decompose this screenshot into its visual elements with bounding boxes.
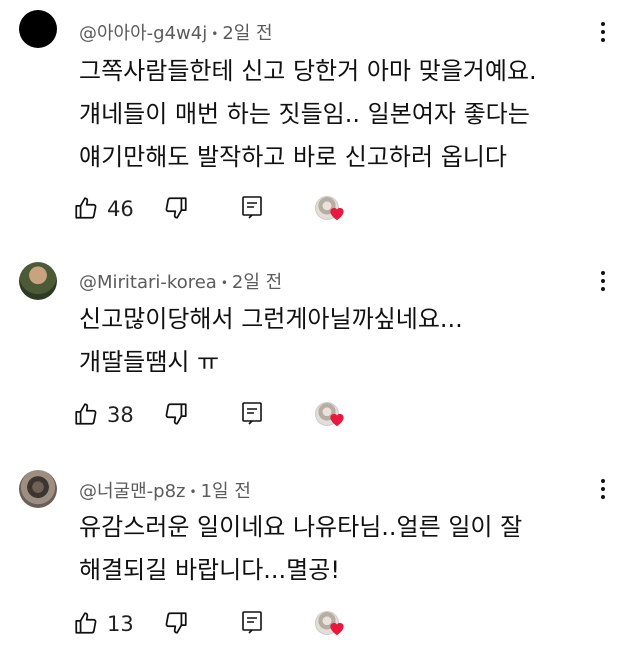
comment-body: 신고많이당해서 그런게아닐까싶네요... 개딸들땜시 ㅠ <box>79 298 619 384</box>
comment-time: 1일 전 <box>200 481 251 502</box>
comment-actions: 13 <box>73 609 373 639</box>
reply-icon[interactable] <box>241 609 265 635</box>
more-vert-icon[interactable] <box>594 269 612 293</box>
meta-separator: • <box>189 485 197 499</box>
thumbs-down-icon[interactable] <box>163 609 191 637</box>
comment-body: 그쪽사람들한테 신고 당한거 아마 맞을거예요. 걔네들이 매번 하는 짓들임..… <box>79 50 619 179</box>
commenter-avatar[interactable] <box>19 10 57 48</box>
comment-actions: 46 <box>73 194 373 224</box>
reply-icon[interactable] <box>241 194 265 220</box>
thumbs-down-icon[interactable] <box>163 194 191 222</box>
creator-heart-icon <box>315 400 351 430</box>
comment-time: 2일 전 <box>222 23 273 44</box>
comment-line: 신고많이당해서 그런게아닐까싶네요... <box>79 305 463 333</box>
comment-time: 2일 전 <box>231 272 283 293</box>
comment-actions: 38 <box>73 400 373 430</box>
comment-line: 해결되길 바랍니다...멸공! <box>79 556 340 584</box>
comment-line: 유감스러운 일이네요 나유타님..얼른 일이 잘 <box>79 513 523 541</box>
comment-line: 걔네들이 매번 하는 짓들임.. 일본여자 좋다는 <box>79 100 530 128</box>
comment-author[interactable]: @너굴맨-p8z <box>79 481 186 502</box>
comment-author[interactable]: @아아아-g4w4j <box>79 23 207 44</box>
like-count: 46 <box>107 197 134 221</box>
comment-meta: @아아아-g4w4j • 2일 전 <box>79 19 273 45</box>
more-vert-icon[interactable] <box>594 477 612 501</box>
like-count: 13 <box>107 612 134 636</box>
commenter-avatar[interactable] <box>19 470 57 508</box>
comment-line: 그쪽사람들한테 신고 당한거 아마 맞을거예요. <box>79 57 537 85</box>
comment-line: 얘기만해도 발작하고 바로 신고하러 옵니다 <box>79 143 507 171</box>
comment-body: 유감스러운 일이네요 나유타님..얼른 일이 잘해결되길 바랍니다...멸공! <box>79 506 619 592</box>
meta-separator: • <box>211 27 219 41</box>
comment-line: 개딸들땜시 ㅠ <box>79 348 220 376</box>
like-count: 38 <box>107 403 134 427</box>
thumbs-up-icon[interactable] <box>73 400 101 428</box>
comment-meta: @Miritari-korea • 2일 전 <box>79 268 282 294</box>
comment-meta: @너굴맨-p8z • 1일 전 <box>79 477 251 503</box>
thumbs-down-icon[interactable] <box>163 400 191 428</box>
thumbs-up-icon[interactable] <box>73 194 101 222</box>
commenter-avatar[interactable] <box>19 262 57 300</box>
meta-separator: • <box>220 276 228 290</box>
thumbs-up-icon[interactable] <box>73 609 101 637</box>
more-vert-icon[interactable] <box>594 20 612 44</box>
comment-author[interactable]: @Miritari-korea <box>79 272 217 293</box>
reply-icon[interactable] <box>241 400 265 426</box>
creator-heart-icon <box>315 609 351 639</box>
creator-heart-icon <box>315 194 351 224</box>
